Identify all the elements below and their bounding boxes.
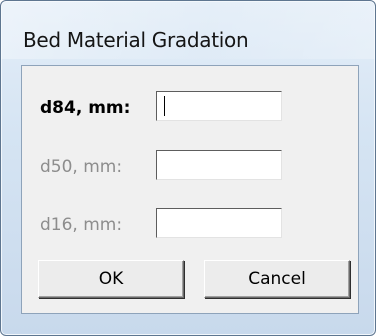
dialog-title: Bed Material Gradation [23,28,249,52]
ok-button[interactable]: OK [38,260,184,298]
dialog-body: d84, mm: d50, mm: d16, mm: OK Cancel [21,65,359,314]
d50-input[interactable] [156,150,282,180]
d16-label: d16, mm: [40,215,123,235]
dialog-window: Bed Material Gradation d84, mm: d50, mm:… [0,0,376,336]
cancel-button[interactable]: Cancel [204,260,350,298]
d16-input[interactable] [156,208,282,238]
d84-input[interactable] [156,91,282,121]
d84-label: d84, mm: [40,98,131,118]
text-caret [164,96,165,116]
d50-label: d50, mm: [40,157,123,177]
